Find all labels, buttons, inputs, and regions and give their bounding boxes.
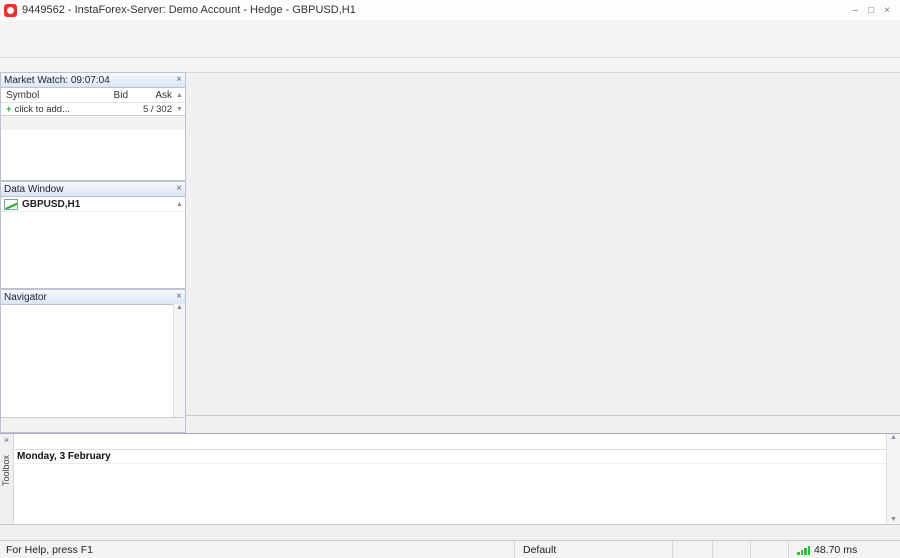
calendar-group-row: Monday, 3 February bbox=[13, 450, 887, 464]
add-symbol-label[interactable]: click to add... bbox=[15, 104, 70, 115]
column-bid[interactable]: Bid bbox=[82, 90, 128, 101]
close-button[interactable]: × bbox=[884, 5, 890, 16]
market-watch-column-header[interactable]: Symbol Bid Ask ▲ bbox=[1, 88, 185, 103]
status-profile[interactable]: Default bbox=[514, 541, 672, 558]
status-cell-3 bbox=[750, 541, 788, 558]
latency-text: 48.70 ms bbox=[814, 543, 858, 556]
navigator-scrollbar[interactable]: ▲ bbox=[173, 304, 185, 417]
navigator-panel: Navigator × ▲ bbox=[0, 289, 186, 433]
toolbox-close-icon[interactable]: × bbox=[0, 434, 13, 446]
terminal-window: 9449562 - InstaForex-Server: Demo Accoun… bbox=[0, 0, 900, 558]
data-window-symbol: GBPUSD,H1 bbox=[22, 198, 81, 210]
toolbox-label: Toolbox bbox=[1, 454, 11, 486]
scroll-down-icon[interactable]: ▼ bbox=[174, 106, 185, 113]
toolbox-strip: × Toolbox bbox=[0, 434, 14, 524]
toolbar bbox=[0, 37, 900, 58]
status-help-text: For Help, press F1 bbox=[6, 543, 93, 556]
timeframe-bar bbox=[0, 58, 900, 73]
market-watch-header[interactable]: Market Watch: 09:07:04 × bbox=[1, 73, 185, 88]
market-watch-add-row[interactable]: + click to add... 5 / 302 ▼ bbox=[1, 103, 185, 115]
status-connection[interactable]: 48.70 ms bbox=[788, 541, 900, 558]
column-ask[interactable]: Ask bbox=[128, 90, 174, 101]
scroll-up-icon[interactable]: ▲ bbox=[174, 92, 185, 99]
data-window-panel: Data Window × GBPUSD,H1 ▲ bbox=[0, 181, 186, 289]
data-window-symbol-row: GBPUSD,H1 ▲ bbox=[1, 197, 185, 212]
connection-signal-icon bbox=[797, 545, 810, 555]
chart-icon bbox=[4, 198, 18, 210]
navigator-title: Navigator bbox=[4, 291, 47, 303]
data-window-title: Data Window bbox=[4, 183, 64, 195]
symbol-count: 5 / 302 bbox=[142, 103, 172, 115]
scroll-up-icon[interactable]: ▲ bbox=[174, 201, 185, 208]
chart-tabs-bar bbox=[186, 415, 900, 434]
navigator-header[interactable]: Navigator × bbox=[1, 290, 185, 305]
navigator-close-icon[interactable]: × bbox=[176, 292, 182, 302]
app-logo-icon bbox=[4, 3, 17, 17]
add-symbol-icon[interactable]: + bbox=[1, 104, 15, 115]
window-controls: – □ × bbox=[853, 5, 896, 16]
calendar-table: Monday, 3 February bbox=[13, 434, 887, 524]
market-watch-close-icon[interactable]: × bbox=[176, 75, 182, 85]
menu-bar bbox=[0, 20, 900, 38]
maximize-button[interactable]: □ bbox=[868, 5, 874, 16]
calendar-scrollbar[interactable]: ▲ ▼ bbox=[886, 434, 900, 524]
minimize-button[interactable]: – bbox=[853, 5, 859, 16]
window-title: 9449562 - InstaForex-Server: Demo Accoun… bbox=[22, 4, 356, 16]
data-window-close-icon[interactable]: × bbox=[176, 184, 182, 194]
title-bar: 9449562 - InstaForex-Server: Demo Accoun… bbox=[0, 0, 900, 21]
status-cell-1 bbox=[672, 541, 712, 558]
charts-area bbox=[186, 73, 897, 415]
market-watch-title: Market Watch: 09:07:04 bbox=[4, 74, 110, 86]
data-window-header[interactable]: Data Window × bbox=[1, 182, 185, 197]
column-symbol[interactable]: Symbol bbox=[1, 90, 82, 101]
status-bar: For Help, press F1 Default 48.70 ms bbox=[0, 540, 900, 558]
status-cell-2 bbox=[712, 541, 750, 558]
market-watch-panel: Market Watch: 09:07:04 × Symbol Bid Ask … bbox=[0, 72, 186, 181]
toolbox-panel: × Toolbox Monday, 3 February ▲ ▼ bbox=[0, 433, 900, 524]
